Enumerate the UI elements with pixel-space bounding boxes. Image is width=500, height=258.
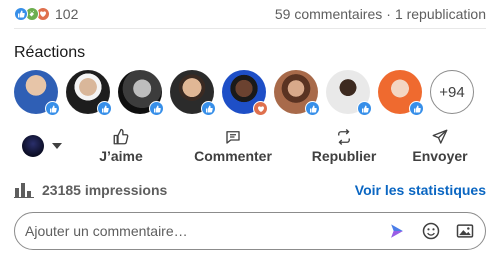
analytics-bar: 23185 impressions Voir les statistiques bbox=[14, 180, 486, 200]
reaction-count[interactable]: 102 bbox=[55, 6, 78, 22]
comment-input[interactable] bbox=[25, 223, 387, 239]
impressions-summary: 23185 impressions bbox=[14, 182, 167, 198]
social-counts-bar: 102 59 commentaires · 1 republication bbox=[14, 4, 486, 24]
reactor-avatar-5[interactable] bbox=[222, 70, 268, 116]
love-icon bbox=[253, 101, 268, 116]
reaction-summary[interactable]: 102 bbox=[14, 6, 78, 22]
reactor-avatar-3[interactable] bbox=[118, 70, 164, 116]
actor-avatar bbox=[22, 135, 44, 157]
impressions-count: 23185 impressions bbox=[42, 182, 168, 198]
repost-button[interactable]: Republier bbox=[294, 126, 394, 166]
like-icon bbox=[45, 101, 60, 116]
like-icon bbox=[14, 7, 28, 21]
repost-icon bbox=[338, 129, 350, 145]
divider-top bbox=[14, 28, 486, 29]
reactor-avatar-8[interactable] bbox=[378, 70, 424, 116]
comment-tools bbox=[387, 221, 475, 241]
image-icon[interactable] bbox=[455, 221, 475, 241]
send-button[interactable]: Envoyer bbox=[394, 126, 486, 166]
more-reactors-button[interactable]: +94 bbox=[430, 70, 474, 114]
send-icon bbox=[432, 129, 448, 144]
reposts-count-link[interactable]: 1 republication bbox=[395, 6, 486, 22]
comment-button[interactable]: Commenter bbox=[172, 126, 294, 166]
reactors-list: +94 bbox=[14, 70, 474, 116]
repost-label: Republier bbox=[311, 148, 377, 164]
actor-selector[interactable] bbox=[14, 128, 70, 164]
like-icon bbox=[201, 101, 216, 116]
meta-separator: · bbox=[386, 6, 391, 22]
send-label: Envoyer bbox=[412, 148, 468, 164]
reactor-avatar-2[interactable] bbox=[66, 70, 112, 116]
reactor-avatar-7[interactable] bbox=[326, 70, 372, 116]
reactor-avatar-1[interactable] bbox=[14, 70, 60, 116]
engagement-meta: 59 commentaires · 1 republication bbox=[275, 6, 486, 22]
comment-icon bbox=[226, 131, 240, 144]
reactor-avatar-6[interactable] bbox=[274, 70, 320, 116]
like-icon bbox=[305, 101, 320, 116]
reactor-avatar-4[interactable] bbox=[170, 70, 216, 116]
like-button[interactable]: J’aime bbox=[70, 126, 172, 166]
emoji-icon[interactable] bbox=[421, 221, 441, 241]
comments-count-link[interactable]: 59 commentaires bbox=[275, 6, 382, 22]
like-icon bbox=[409, 101, 424, 116]
like-label: J’aime bbox=[99, 148, 143, 164]
comment-label: Commenter bbox=[194, 148, 272, 164]
like-icon bbox=[149, 101, 164, 116]
action-bar: J’aime Commenter Republier Envoyer bbox=[14, 128, 486, 164]
like-icon bbox=[97, 101, 112, 116]
reactions-title: Réactions bbox=[14, 44, 86, 61]
comment-box bbox=[14, 212, 486, 250]
view-analytics-link[interactable]: Voir les statistiques bbox=[355, 182, 486, 198]
caret-down-icon bbox=[52, 143, 62, 149]
like-icon bbox=[357, 101, 372, 116]
ai-sparkle-icon[interactable] bbox=[387, 221, 407, 241]
bar-chart-icon bbox=[14, 183, 34, 198]
thumbs-up-icon bbox=[113, 128, 129, 145]
